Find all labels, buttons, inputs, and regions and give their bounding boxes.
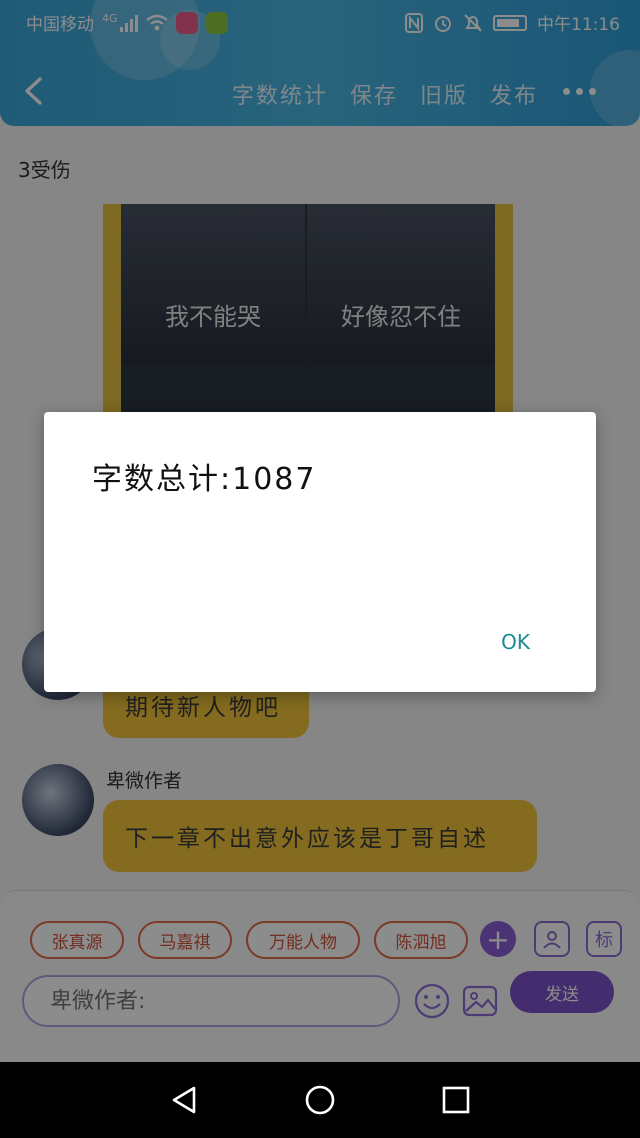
- word-count-dialog: 字数总计:1087 OK: [44, 412, 596, 692]
- home-circle-icon[interactable]: [304, 1084, 336, 1116]
- back-triangle-icon[interactable]: [168, 1084, 200, 1116]
- ok-button[interactable]: OK: [501, 630, 530, 654]
- dialog-message: 字数总计:1087: [92, 462, 317, 497]
- system-nav-bar: [0, 1062, 640, 1138]
- recents-square-icon[interactable]: [440, 1084, 472, 1116]
